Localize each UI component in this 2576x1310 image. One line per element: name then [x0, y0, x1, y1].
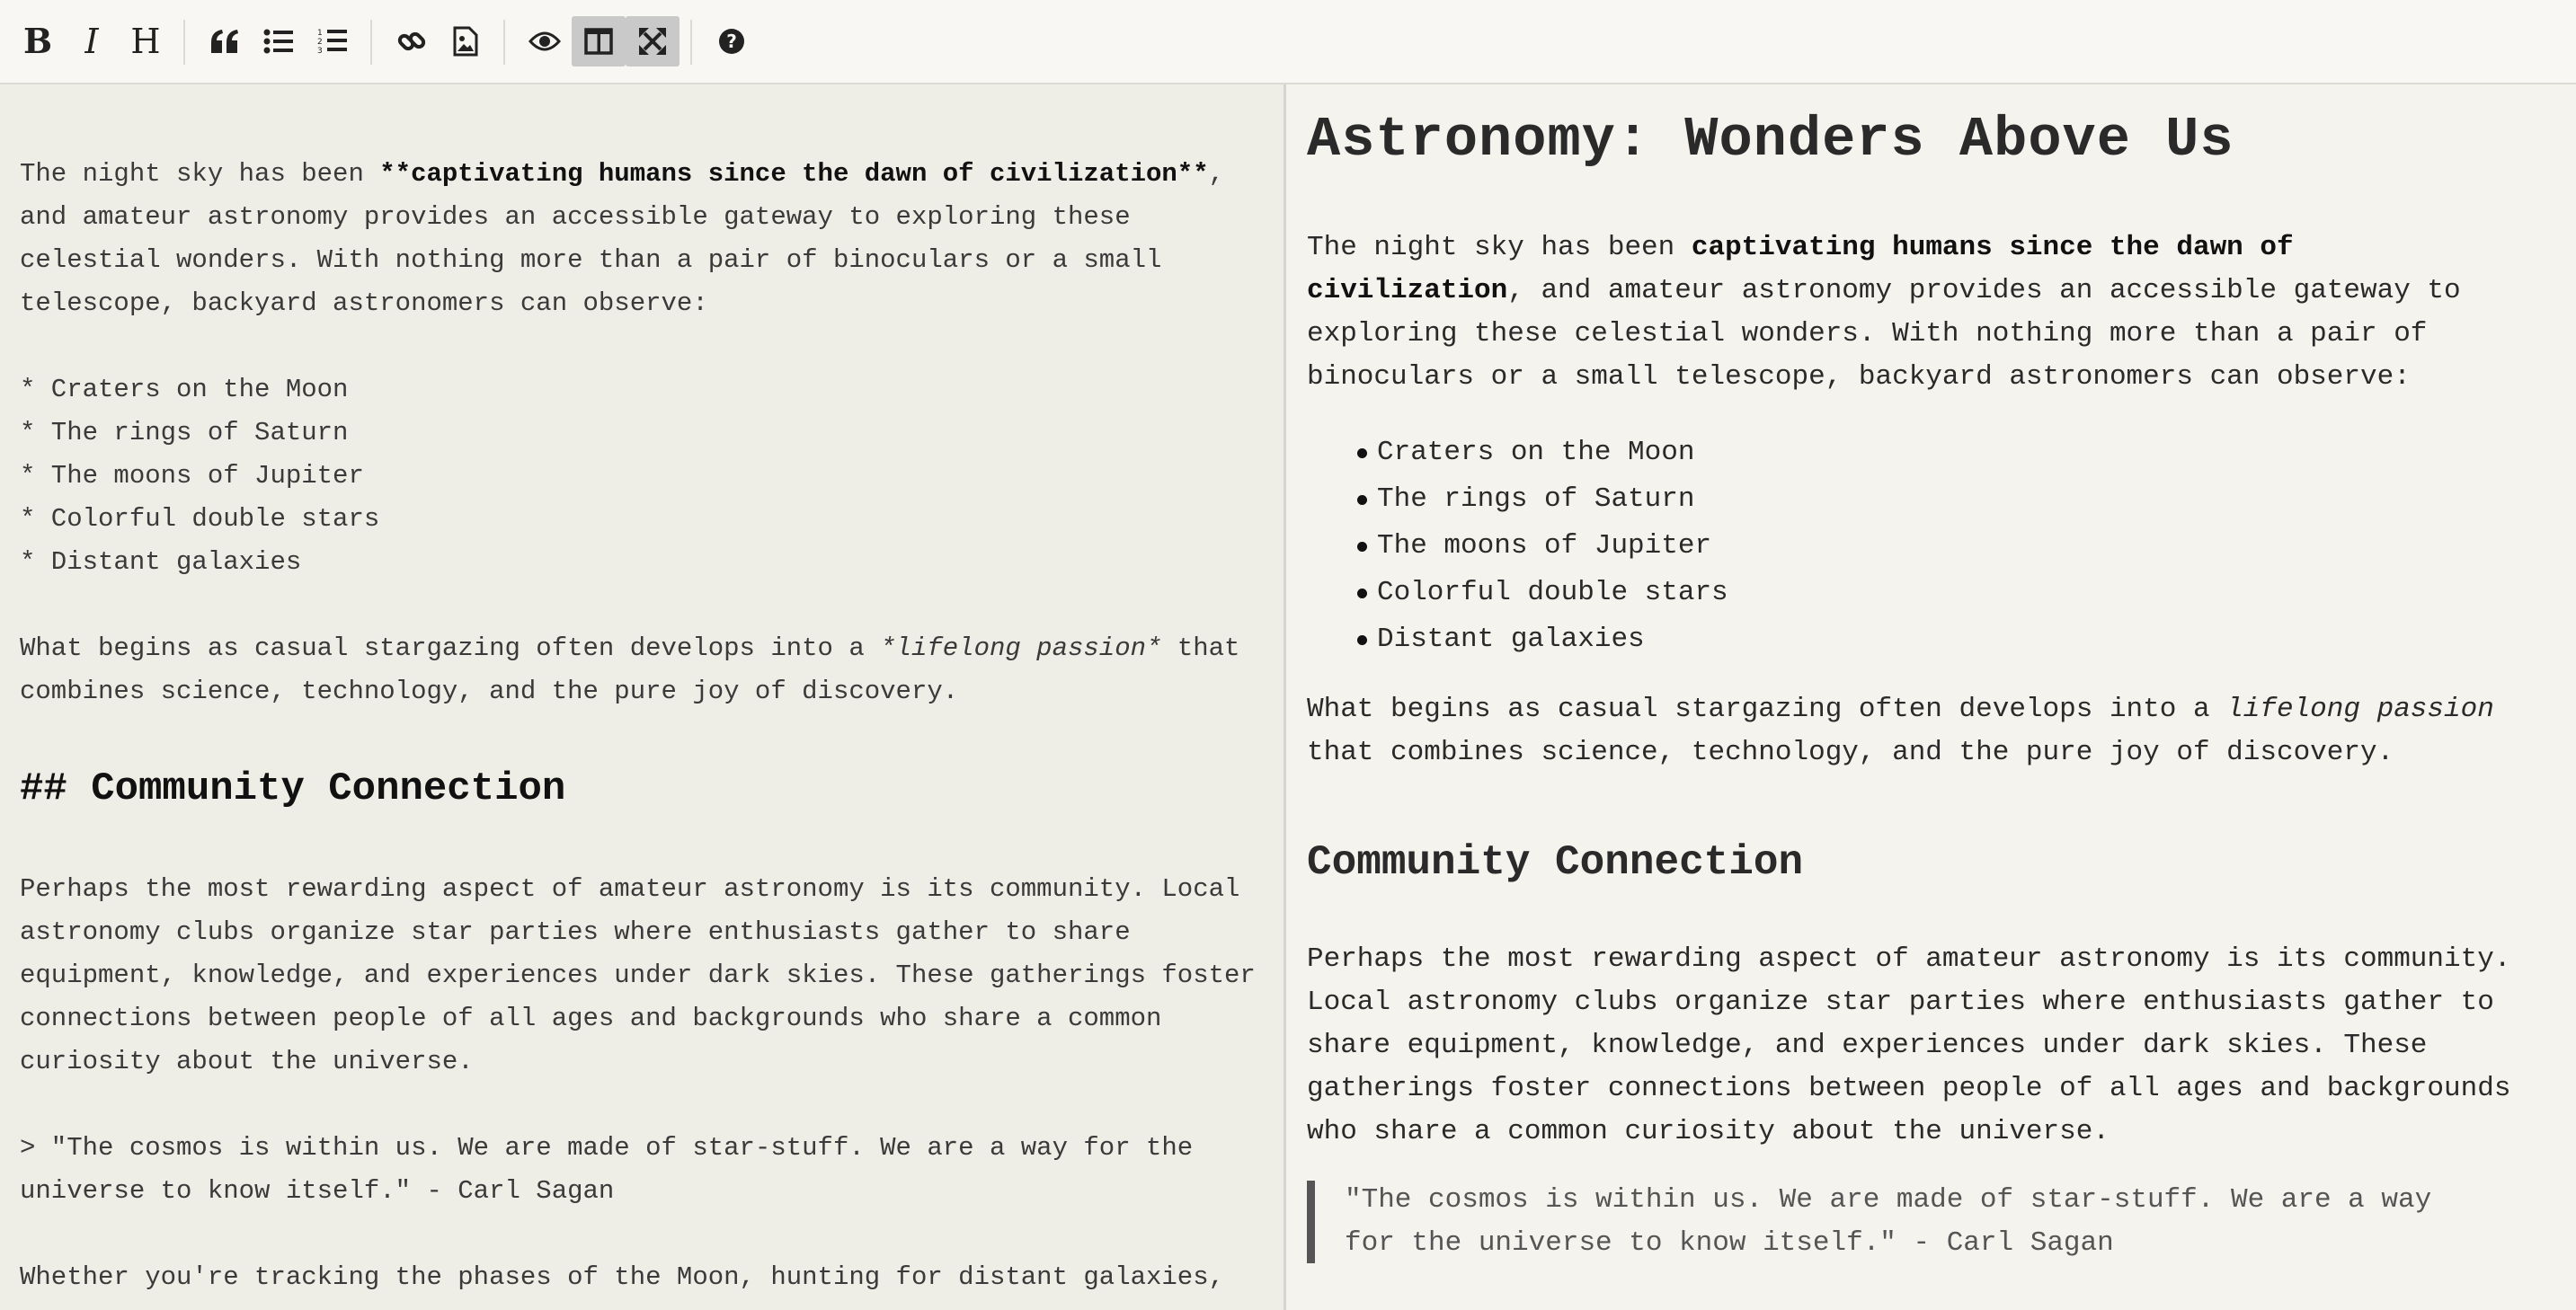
fullscreen-button[interactable] — [626, 16, 680, 66]
editor-line: equipment, knowledge, and experiences un… — [20, 960, 1256, 990]
heading-icon: H — [130, 22, 161, 61]
link-button[interactable] — [385, 16, 439, 66]
preview-paragraph-line: binoculars or a small telescope, backyar… — [1307, 361, 2411, 393]
fullscreen-icon — [639, 28, 666, 55]
preview-paragraph-line: Local astronomy clubs organize star part… — [1307, 987, 2494, 1018]
preview-list-item: The rings of Saturn — [1357, 476, 1694, 523]
toolbar-separator — [503, 20, 505, 65]
preview-paragraph-line: civilization, and amateur astronomy prov… — [1307, 275, 2461, 306]
unordered-list-icon — [263, 29, 293, 54]
svg-text:1: 1 — [317, 29, 323, 38]
preview-button[interactable] — [518, 16, 572, 66]
image-icon — [453, 26, 478, 57]
bullet-icon — [1357, 589, 1367, 598]
heading-button[interactable]: H — [119, 16, 173, 66]
preview-paragraph-line: What begins as casual stargazing often d… — [1307, 694, 2494, 725]
preview-heading: Community Connection — [1307, 839, 1804, 886]
link-icon — [397, 31, 426, 51]
editor-line: telescope, backyard astronomers can obse… — [20, 288, 708, 318]
ordered-list-icon: 1 2 3 — [317, 29, 347, 56]
bullet-icon — [1357, 542, 1367, 552]
editor-heading-line: ## Community Connection — [20, 766, 566, 811]
preview-paragraph-line: exploring these celestial wonders. With … — [1307, 318, 2428, 350]
image-button[interactable] — [439, 16, 493, 66]
bold-button[interactable]: B — [11, 16, 65, 66]
editor-line: curiosity about the universe. — [20, 1047, 474, 1076]
markdown-editor[interactable]: The night sky has been **captivating hum… — [0, 84, 1286, 1310]
preview-paragraph-line: share equipment, knowledge, and experien… — [1307, 1030, 2428, 1061]
editor-line: What begins as casual stargazing often d… — [20, 633, 1240, 663]
help-icon: ? — [719, 29, 744, 54]
editor-quote-line: > "The cosmos is within us. We are made … — [20, 1133, 1194, 1163]
editor-toolbar: B I H 1 2 3 ? — [0, 0, 2576, 84]
editor-list-line: * The rings of Saturn — [20, 418, 349, 447]
preview-list-item: Craters on the Moon — [1357, 429, 1694, 476]
editor-line: and amateur astronomy provides an access… — [20, 202, 1131, 232]
side-by-side-button[interactable] — [572, 16, 626, 66]
editor-quote-line: universe to know itself." - Carl Sagan — [20, 1176, 615, 1206]
editor-list-line: * Craters on the Moon — [20, 375, 349, 404]
bold-icon: B — [22, 21, 53, 61]
editor-line: Perhaps the most rewarding aspect of ama… — [20, 874, 1240, 904]
toolbar-separator — [690, 20, 692, 65]
editor-line: combines science, technology, and the pu… — [20, 677, 959, 706]
svg-text:3: 3 — [317, 47, 323, 56]
columns-icon — [584, 28, 613, 55]
preview-paragraph-line: that combines science, technology, and t… — [1307, 737, 2394, 768]
editor-line: astronomy clubs organize star parties wh… — [20, 917, 1131, 947]
preview-paragraph-line: Perhaps the most rewarding aspect of ama… — [1307, 943, 2511, 975]
quote-button[interactable] — [198, 16, 252, 66]
bullet-icon — [1357, 635, 1367, 645]
editor-line: The night sky has been **captivating hum… — [20, 159, 1225, 189]
bullet-icon — [1357, 448, 1367, 458]
unordered-list-button[interactable] — [252, 16, 306, 66]
italic-icon: I — [84, 22, 99, 61]
preview-list-item: The moons of Jupiter — [1357, 523, 1711, 570]
editor-list-line: * The moons of Jupiter — [20, 461, 364, 491]
ordered-list-button[interactable]: 1 2 3 — [306, 16, 360, 66]
editor-list-line: * Distant galaxies — [20, 547, 302, 577]
preview-list-item: Distant galaxies — [1357, 616, 1645, 663]
toolbar-separator — [370, 20, 372, 65]
toolbar-separator — [183, 20, 185, 65]
markdown-preview: Astronomy: Wonders Above Us The night sk… — [1289, 84, 2576, 1310]
editor-list-line: * Colorful double stars — [20, 504, 380, 534]
preview-title: Astronomy: Wonders Above Us — [1307, 108, 2234, 172]
preview-paragraph-line: gatherings foster connections between pe… — [1307, 1073, 2511, 1104]
preview-list-item: Colorful double stars — [1357, 570, 1728, 616]
editor-line: Whether you're tracking the phases of th… — [20, 1262, 1225, 1292]
editor-line: connections between people of all ages a… — [20, 1004, 1162, 1033]
quote-icon — [211, 30, 238, 53]
guide-button[interactable]: ? — [705, 16, 759, 66]
svg-text:2: 2 — [317, 38, 323, 47]
bullet-icon — [1357, 495, 1367, 505]
editor-line: celestial wonders. With nothing more tha… — [20, 245, 1162, 275]
preview-paragraph-line: The night sky has been captivating human… — [1307, 232, 2294, 263]
preview-blockquote-line: for the universe to know itself." - Carl… — [1345, 1227, 2114, 1259]
svg-text:?: ? — [726, 31, 737, 52]
preview-blockquote-line: "The cosmos is within us. We are made of… — [1345, 1184, 2432, 1216]
eye-icon — [529, 31, 561, 51]
scroll-fade — [1289, 1274, 2576, 1310]
preview-paragraph-line: who share a common curiosity about the u… — [1307, 1116, 2110, 1147]
blockquote-bar — [1307, 1181, 1315, 1263]
italic-button[interactable]: I — [65, 16, 119, 66]
